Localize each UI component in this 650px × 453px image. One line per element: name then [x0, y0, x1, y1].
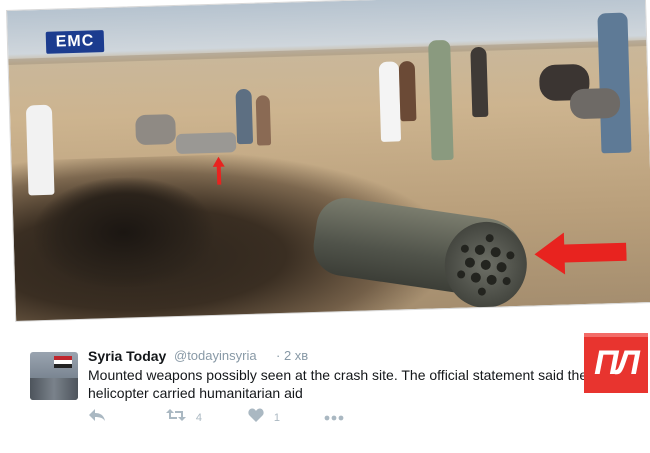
user-handle[interactable]: @todayinsyria	[174, 348, 257, 363]
red-arrow-left-icon	[534, 232, 627, 275]
person	[25, 104, 55, 196]
debris	[175, 132, 237, 155]
horizon	[8, 40, 647, 65]
retweet-icon	[166, 409, 186, 421]
like-count: 1	[273, 412, 281, 425]
tweet-text: Mounted weapons possibly seen at the cra…	[88, 367, 588, 401]
person	[378, 61, 402, 142]
embedded-photo[interactable]: EMC	[6, 0, 650, 322]
person	[235, 88, 254, 145]
retweet-count: 4	[195, 412, 203, 425]
person	[255, 95, 272, 146]
person	[398, 60, 417, 122]
syria-flag-icon	[54, 356, 72, 368]
red-arrow-up-icon	[212, 156, 225, 185]
person	[597, 12, 632, 154]
reply-icon	[89, 409, 105, 421]
tweet-actions: 4 1	[88, 408, 388, 428]
person	[428, 39, 454, 161]
helicopter-wreckage	[32, 174, 216, 291]
person	[470, 46, 489, 118]
tweet-timestamp[interactable]: · 2 хв	[276, 348, 308, 363]
motorcycle	[569, 87, 621, 120]
more-button[interactable]	[324, 408, 344, 424]
tweet[interactable]: Syria Today @todayinsyria · 2 хв Mounted…	[22, 336, 622, 446]
like-button[interactable]: 1	[248, 408, 280, 425]
retweet-button[interactable]: 4	[166, 408, 202, 425]
reply-button[interactable]	[88, 408, 106, 425]
publisher-logo-highlight	[584, 333, 648, 337]
more-icon	[324, 415, 344, 421]
crowd-far	[135, 114, 177, 146]
rocket-pod-tubes	[438, 216, 533, 314]
avatar[interactable]	[30, 352, 78, 400]
avatar-cityscape	[30, 378, 78, 400]
display-name[interactable]: Syria Today	[88, 348, 166, 364]
channel-logo: EMC	[45, 30, 105, 54]
heart-icon	[248, 408, 264, 422]
publisher-logo: ПЛ	[584, 333, 648, 393]
